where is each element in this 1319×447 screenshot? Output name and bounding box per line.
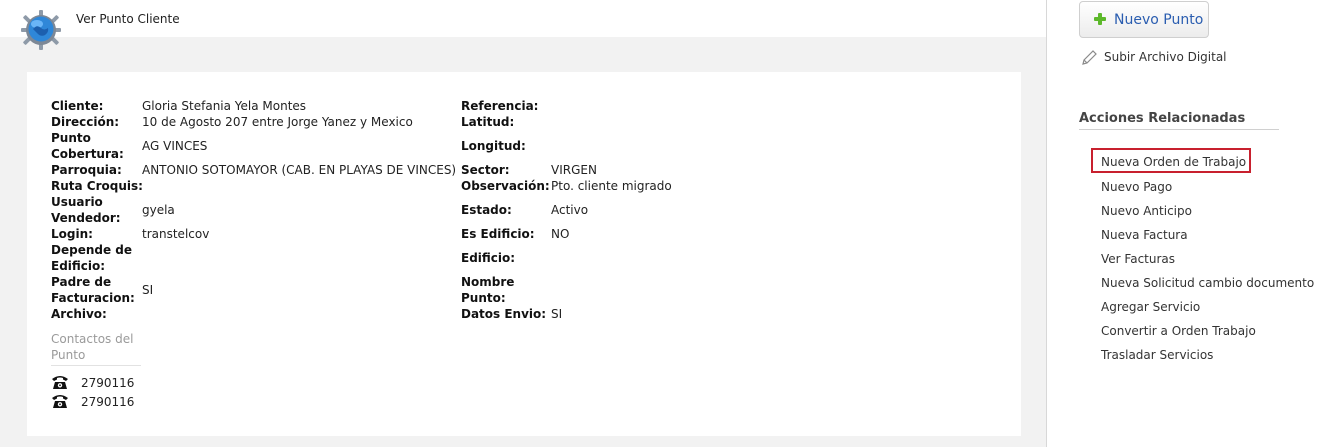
observacion-label: Observación: [461, 179, 550, 193]
nombre-punto-label-2: Punto: [461, 291, 506, 305]
login-label: Login: [51, 227, 93, 241]
punto-cobertura-value: AG VINCES [142, 139, 208, 153]
cliente-label: Cliente: [51, 99, 104, 113]
observacion-value: Pto. cliente migrado [551, 179, 672, 193]
direccion-label: Dirección: [51, 115, 120, 129]
sector-label: Sector: [461, 163, 510, 177]
parroquia-value: ANTONIO SOTOMAYOR (CAB. EN PLAYAS DE VIN… [142, 163, 457, 177]
archivo-label: Archivo: [51, 307, 107, 321]
main-panel: Ver Punto Cliente Cliente: Gloria Stefan… [0, 0, 1047, 447]
sector-value: VIRGEN [551, 163, 597, 177]
parroquia-label: Parroquia: [51, 163, 122, 177]
depende-edificio-label-2: Edificio: [51, 259, 106, 273]
telephone-icon [52, 395, 68, 408]
datos-envio-value: SI [551, 307, 563, 321]
related-actions-title: Acciones Relacionadas [1079, 111, 1279, 130]
upload-digital-file-link[interactable]: Subir Archivo Digital [1104, 50, 1227, 64]
nombre-punto-label-1: Nombre [461, 275, 515, 289]
action-transfer-services[interactable]: Trasladar Servicios [1101, 347, 1213, 363]
client-details-card: Cliente: Gloria Stefania Yela Montes Dir… [27, 72, 1021, 436]
referencia-label: Referencia: [461, 99, 539, 113]
punto-cobertura-label-1: Punto [51, 131, 91, 145]
title-bar: Ver Punto Cliente [0, 0, 1046, 50]
ruta-croquis-label: Ruta Croquis: [51, 179, 143, 193]
padre-facturacion-label-2: Facturacion: [51, 291, 135, 305]
usuario-vendedor-label-2: Vendedor: [51, 211, 121, 225]
padre-facturacion-label-1: Padre de [51, 275, 112, 289]
action-new-invoice[interactable]: Nueva Factura [1101, 227, 1188, 243]
pencil-icon [1082, 50, 1097, 65]
es-edificio-label: Es Edificio: [461, 227, 535, 241]
latitud-label: Latitud: [461, 115, 515, 129]
edificio-label: Edificio: [461, 251, 516, 265]
new-point-button[interactable]: Nuevo Punto [1079, 1, 1209, 38]
longitud-label: Longitud: [461, 139, 526, 153]
direccion-value: 10 de Agosto 207 entre Jorge Yanez y Mex… [142, 115, 413, 129]
action-document-change-request[interactable]: Nueva Solicitud cambio documento [1101, 275, 1314, 291]
usuario-vendedor-value: gyela [142, 203, 175, 217]
es-edificio-value: NO [551, 227, 570, 241]
usuario-vendedor-label-1: Usuario [51, 195, 103, 209]
contacts-title: Contactos del Punto [51, 331, 141, 366]
action-new-payment[interactable]: Nuevo Pago [1101, 179, 1172, 195]
action-view-invoices[interactable]: Ver Facturas [1101, 251, 1175, 267]
new-point-label: Nuevo Punto [1114, 12, 1204, 28]
depende-edificio-label-1: Depende de [51, 243, 133, 257]
action-convert-work-order[interactable]: Convertir a Orden Trabajo [1101, 323, 1256, 339]
login-value: transtelcov [142, 227, 210, 241]
action-new-work-order[interactable]: Nueva Orden de Trabajo [1101, 154, 1246, 170]
action-new-advance[interactable]: Nuevo Anticipo [1101, 203, 1192, 219]
estado-value: Activo [551, 203, 589, 217]
globe-gear-icon [21, 10, 61, 50]
punto-cobertura-label-2: Cobertura: [51, 147, 124, 161]
action-add-service[interactable]: Agregar Servicio [1101, 299, 1200, 315]
phone-number: 2790116 [81, 376, 135, 390]
phone-number: 2790116 [81, 395, 135, 409]
telephone-icon [52, 376, 68, 389]
estado-label: Estado: [461, 203, 512, 217]
datos-envio-label: Datos Envio: [461, 307, 547, 321]
padre-facturacion-value: SI [142, 283, 154, 297]
page-title: Ver Punto Cliente [76, 12, 180, 26]
plus-icon [1094, 13, 1106, 25]
cliente-value: Gloria Stefania Yela Montes [142, 99, 307, 113]
